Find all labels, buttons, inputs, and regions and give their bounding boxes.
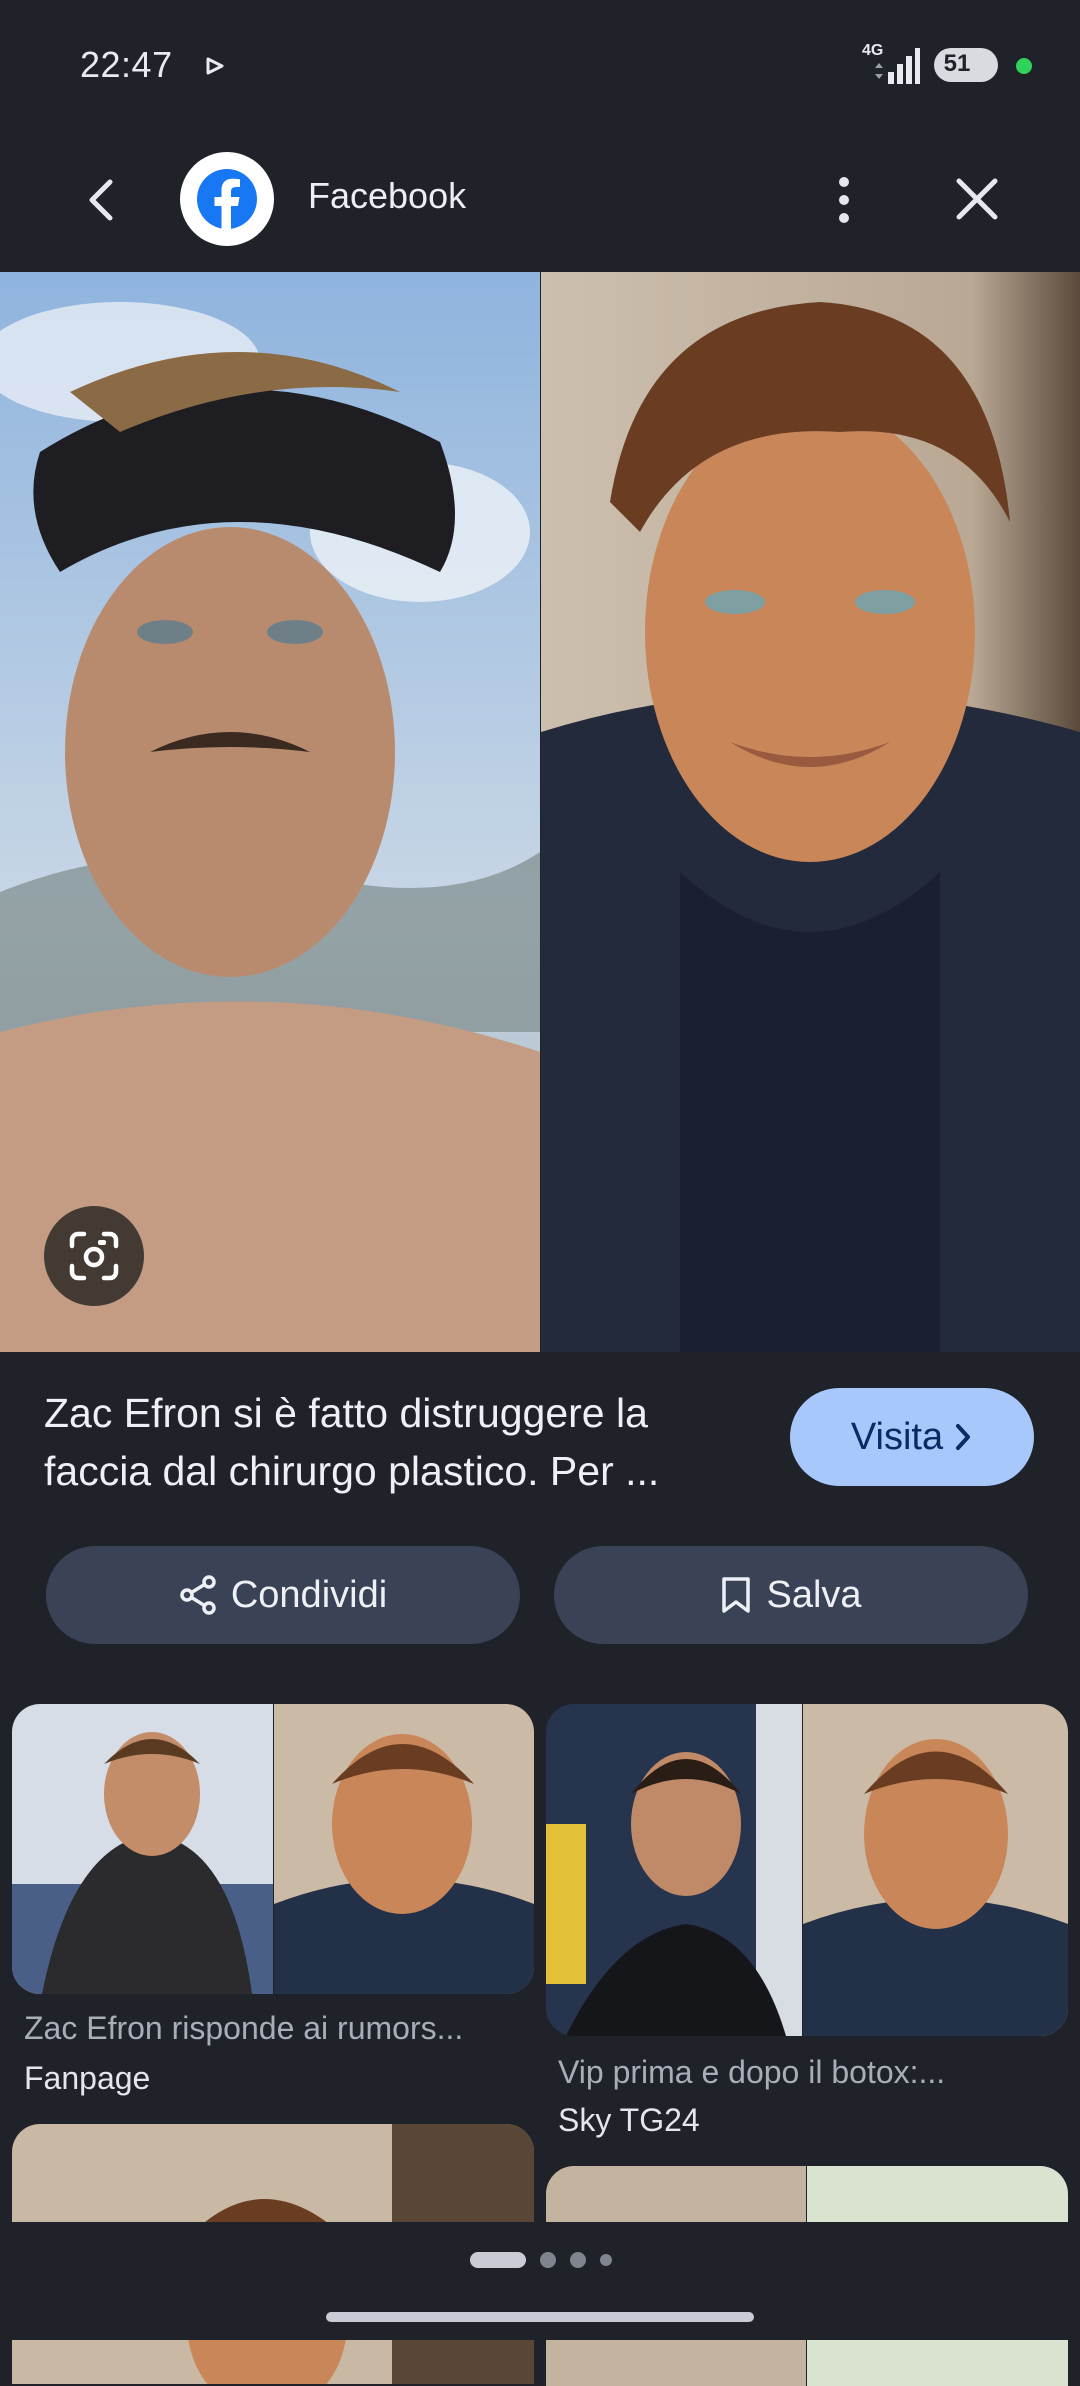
bottom-area	[0, 2222, 1080, 2340]
bookmark-icon	[722, 1577, 751, 1613]
visit-button-label: Visita	[850, 1415, 944, 1458]
page-indicator-active	[470, 2252, 526, 2268]
visit-button[interactable]: Visita	[790, 1388, 1034, 1486]
main-photo-collage	[0, 272, 1080, 1352]
image-caption[interactable]: Zac Efron si è fatto distruggere la facc…	[44, 1384, 764, 1500]
page-indicator-dot	[570, 2252, 586, 2268]
status-time: 22:47	[80, 44, 173, 85]
related-photo-2	[546, 1704, 1068, 2036]
share-button-label: Condividi	[230, 1573, 388, 1616]
related-image-1[interactable]	[12, 1704, 534, 1994]
battery-level: 51	[943, 50, 971, 77]
header-title: Facebook	[308, 175, 467, 216]
page-indicator	[470, 2250, 612, 2270]
more-vert-icon[interactable]	[826, 168, 862, 232]
facebook-logo-icon	[197, 169, 257, 230]
share-button[interactable]: Condividi	[46, 1546, 520, 1644]
related-title-1[interactable]: Zac Efron risponde ai rumors...	[24, 2010, 463, 2047]
related-source-2: Sky TG24	[558, 2102, 700, 2138]
privacy-indicator-dot	[1016, 58, 1032, 74]
related-photo-1	[12, 1704, 534, 1994]
save-button[interactable]: Salva	[554, 1546, 1028, 1644]
related-source-1: Fanpage	[24, 2060, 151, 2096]
play-icon	[206, 57, 224, 75]
share-icon	[180, 1575, 216, 1615]
save-button-label: Salva	[766, 1573, 862, 1616]
home-gesture-bar[interactable]	[326, 2312, 754, 2322]
related-image-2[interactable]	[546, 1704, 1068, 2036]
back-icon[interactable]	[78, 170, 124, 230]
page-indicator-dot	[540, 2252, 556, 2268]
chevron-right-icon	[956, 1424, 971, 1450]
page-indicator-dot	[600, 2254, 612, 2266]
main-image[interactable]	[0, 272, 1080, 1352]
google-lens-icon	[69, 1231, 119, 1281]
close-icon[interactable]	[954, 176, 1000, 222]
signal-icon	[875, 48, 920, 84]
related-title-2[interactable]: Vip prima e dopo il botox:...	[558, 2054, 945, 2091]
